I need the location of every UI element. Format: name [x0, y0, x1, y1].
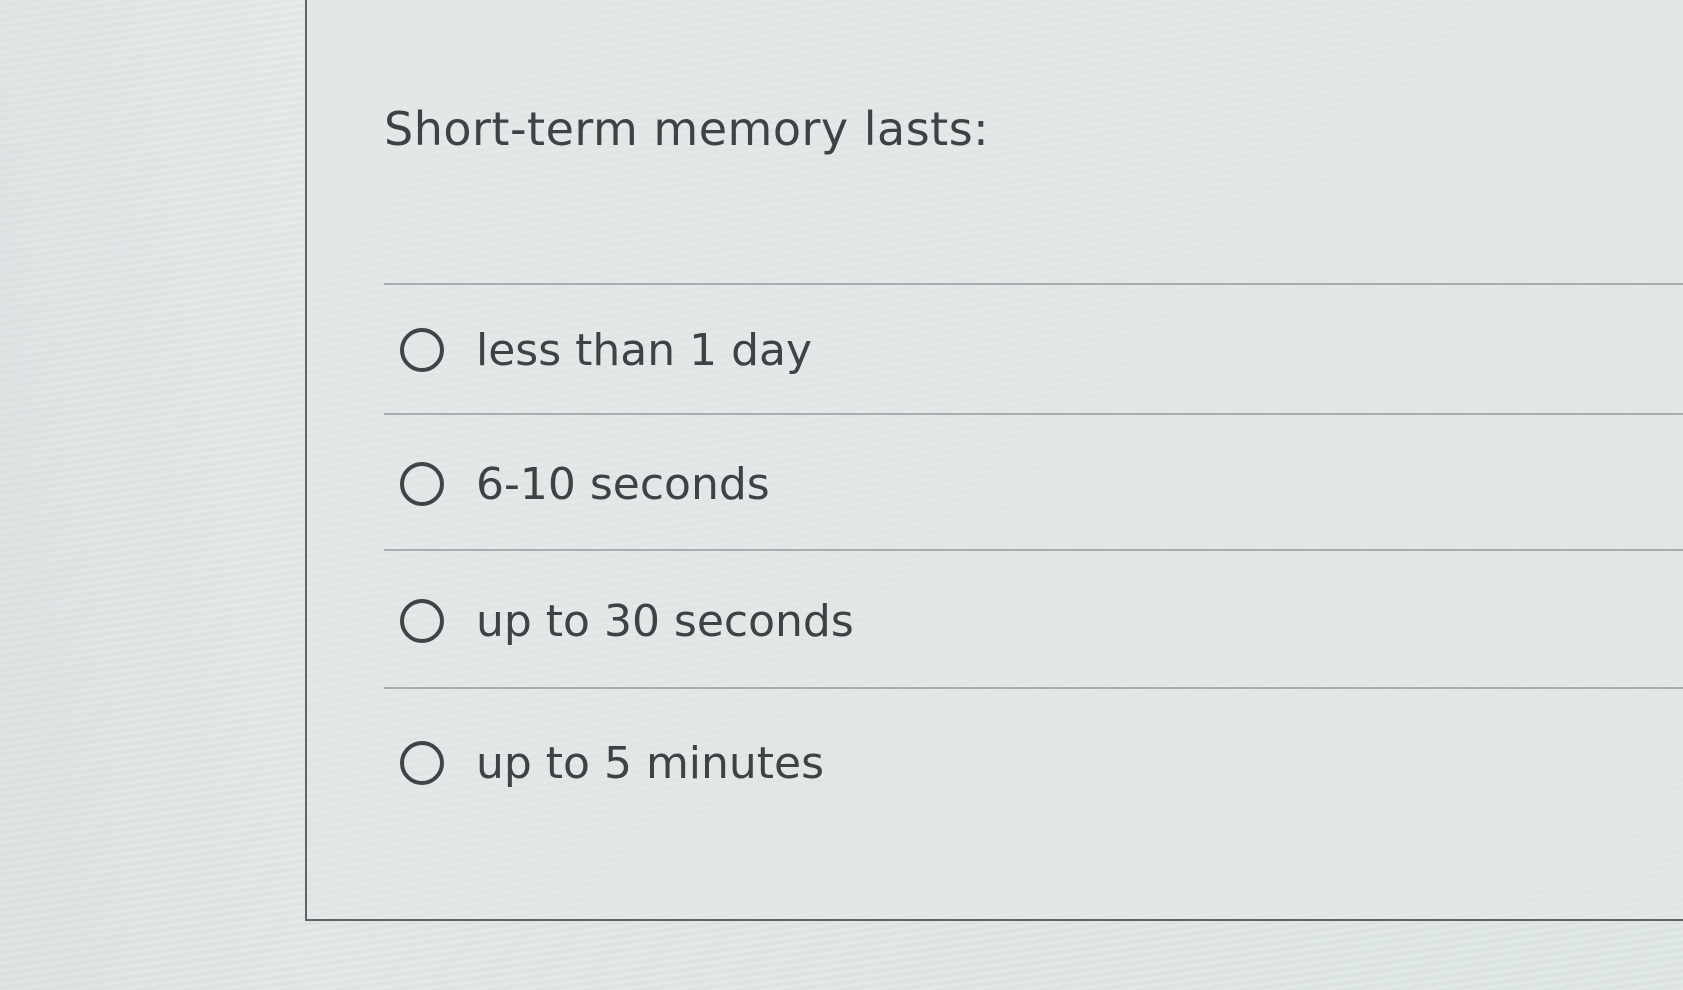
radio-button-icon[interactable]: [400, 741, 444, 785]
answer-option-1[interactable]: less than 1 day: [400, 320, 812, 380]
answer-option-4[interactable]: up to 5 minutes: [400, 733, 824, 793]
radio-button-icon[interactable]: [400, 328, 444, 372]
question-text: Short-term memory lasts:: [384, 102, 990, 156]
divider: [384, 283, 1683, 285]
radio-button-icon[interactable]: [400, 599, 444, 643]
divider: [384, 413, 1683, 415]
radio-button-icon[interactable]: [400, 462, 444, 506]
divider: [384, 687, 1683, 689]
answer-option-label: less than 1 day: [476, 324, 813, 376]
answer-option-label: up to 30 seconds: [476, 595, 854, 647]
page-margin: [0, 0, 300, 990]
answer-option-2[interactable]: 6-10 seconds: [400, 454, 770, 514]
answer-option-label: 6-10 seconds: [476, 458, 770, 510]
answer-option-label: up to 5 minutes: [476, 737, 825, 789]
answer-option-3[interactable]: up to 30 seconds: [400, 591, 854, 651]
divider: [384, 549, 1683, 551]
